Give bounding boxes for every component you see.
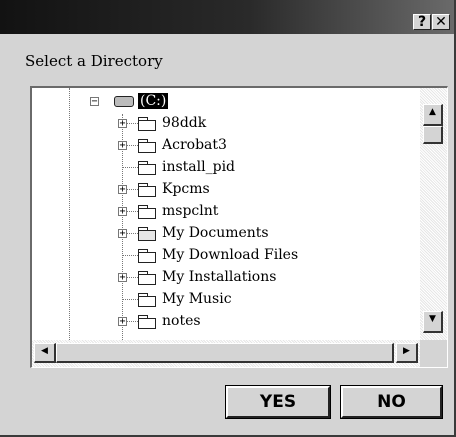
horizontal-scrollbar[interactable]: ◀ ▶ [32, 340, 420, 367]
tree-viewport[interactable]: − (C:) +98ddk + Acrobat3 install_pid + Kpcms + ms… [32, 88, 420, 340]
tree-item-98ddk[interactable]: +98ddk [32, 114, 412, 136]
tree-item-acrobat3[interactable]: + Acrobat3 [32, 136, 412, 158]
folder-icon [138, 117, 157, 131]
expand-toggle[interactable]: + [118, 119, 127, 129]
tree-item-my-download-files[interactable]: My Download Files [32, 246, 412, 268]
title-bar[interactable]: ? ✕ [0, 0, 454, 34]
tree-item-label: Kpcms [162, 181, 210, 197]
expand-toggle[interactable]: + [118, 141, 127, 151]
vertical-scroll-thumb[interactable] [423, 126, 443, 144]
tree-connector [122, 299, 138, 300]
expand-toggle[interactable]: + [118, 185, 127, 195]
tree-connector [122, 167, 138, 168]
tree-item-notes[interactable]: + notes [32, 312, 412, 334]
drive-icon [114, 96, 134, 107]
scroll-up-button[interactable]: ▲ [423, 104, 443, 126]
tree-item-mspclnt[interactable]: + mspclnt [32, 202, 412, 224]
directory-tree: − (C:) +98ddk + Acrobat3 install_pid + Kpcms + ms… [30, 86, 448, 368]
folder-icon [138, 271, 157, 285]
tree-item-label: My Documents [162, 225, 269, 241]
folder-icon [138, 293, 157, 307]
scroll-left-button[interactable]: ◀ [34, 343, 56, 363]
folder-icon [138, 249, 157, 263]
tree-item-my-documents[interactable]: + My Documents [32, 224, 412, 246]
help-button[interactable]: ? [413, 14, 431, 30]
expand-toggle[interactable]: + [118, 273, 127, 283]
horizontal-scroll-thumb[interactable] [56, 343, 394, 363]
tree-item-install-pid[interactable]: install_pid [32, 158, 412, 180]
tree-item-drive-c[interactable]: − (C:) [32, 92, 412, 114]
tree-item-label: My Music [162, 291, 232, 307]
select-directory-dialog: ? ✕ Select a Directory − (C:) +98ddk + Acrob… [0, 0, 456, 437]
tree-item-my-installations[interactable]: + My Installations [32, 268, 412, 290]
scrollbar-corner [420, 340, 447, 367]
collapse-toggle[interactable]: − [90, 97, 99, 107]
expand-toggle[interactable]: + [118, 229, 127, 239]
folder-icon [138, 139, 157, 153]
tree-connector [122, 255, 138, 256]
tree-item-label: My Installations [162, 269, 277, 285]
vertical-scrollbar[interactable]: ▲ ▼ [420, 88, 447, 340]
folder-icon [138, 315, 157, 329]
dialog-prompt: Select a Directory [25, 52, 163, 70]
expand-toggle[interactable]: + [118, 317, 127, 327]
tree-item-label: 98ddk [162, 115, 207, 131]
expand-toggle[interactable]: + [118, 207, 127, 217]
tree-item-label: (C:) [138, 93, 169, 109]
tree-item-kpcms[interactable]: + Kpcms [32, 180, 412, 202]
scroll-right-button[interactable]: ▶ [396, 343, 418, 363]
yes-button[interactable]: YES [225, 385, 331, 419]
folder-icon [138, 161, 157, 175]
folder-icon [138, 205, 157, 219]
tree-item-label: notes [162, 313, 201, 329]
tree-item-label: My Download Files [162, 247, 299, 263]
special-folder-icon [138, 227, 157, 241]
tree-item-label: Acrobat3 [162, 137, 227, 153]
scroll-down-button[interactable]: ▼ [423, 311, 443, 333]
tree-item-my-music[interactable]: My Music [32, 290, 412, 312]
tree-item-label: mspclnt [162, 203, 219, 219]
close-button[interactable]: ✕ [432, 14, 450, 30]
folder-icon [138, 183, 157, 197]
tree-item-label: install_pid [162, 159, 236, 175]
no-button[interactable]: NO [340, 385, 443, 419]
